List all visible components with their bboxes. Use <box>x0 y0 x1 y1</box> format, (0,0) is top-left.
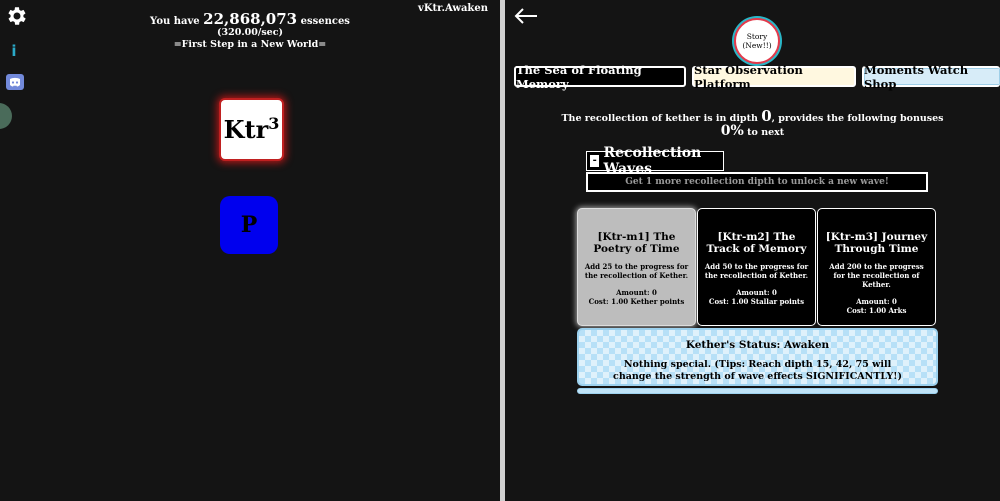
wave-card-desc: Add 50 to the progress for the recollect… <box>704 262 809 280</box>
right-panel: Story (New!!) The Sea of Floating Memory… <box>505 0 1000 501</box>
essence-counter: You have 22,868,073 essences <box>0 10 500 28</box>
back-arrow-icon[interactable] <box>513 6 539 26</box>
unlock-hint-bar: Get 1 more recollection dipth to unlock … <box>586 172 928 192</box>
left-panel: i vKtr.Awaken You have 22,868,073 essenc… <box>0 0 500 501</box>
tab-sea-of-floating-memory[interactable]: The Sea of Floating Memory <box>514 63 686 91</box>
world-title: =First Step in a New World= <box>173 39 327 50</box>
wave-card-title: [Ktr-m2] The Track of Memory <box>706 231 807 255</box>
story-label: Story <box>746 32 768 41</box>
story-button[interactable]: Story (New!!) <box>734 18 780 64</box>
wave-card-amount: Amount: 0 <box>856 297 897 306</box>
tab-star-observation-platform[interactable]: Star Observation Platform <box>692 63 856 91</box>
wave-card-cost: Cost: 1.00 Stallar points <box>708 297 805 306</box>
wave-card-ktr-m1[interactable]: [Ktr-m1] The Poetry of Time Add 25 to th… <box>577 208 696 326</box>
wave-card-ktr-m2[interactable]: [Ktr-m2] The Track of Memory Add 50 to t… <box>697 208 816 326</box>
progress-percent: 0% <box>720 123 744 139</box>
wave-card-cost: Cost: 1.00 Kether points <box>588 297 685 306</box>
wave-card-desc: Add 25 to the progress for the recollect… <box>584 262 689 280</box>
status-progress-bar <box>577 388 938 394</box>
wave-card-ktr-m3[interactable]: [Ktr-m3] Journey Through Time Add 200 to… <box>817 208 936 326</box>
status-tip: Nothing special. (Tips: Reach dipth 15, … <box>613 359 902 382</box>
side-toggle-icon[interactable] <box>0 103 12 129</box>
recollection-waves-header[interactable]: - Recollection Waves <box>586 145 724 177</box>
wave-card-title: [Ktr-m3] Journey Through Time <box>825 231 928 255</box>
story-new-label: (New!!) <box>742 41 772 50</box>
essence-rate: (320.00/sec) <box>217 27 283 38</box>
wave-card-desc: Add 200 to the progress for the recollec… <box>829 262 924 289</box>
wave-card-cost: Cost: 1.00 Arks <box>846 306 907 315</box>
ktr-exponent: 3 <box>268 114 280 133</box>
status-title: Kether's Status: Awaken <box>685 339 830 351</box>
prestige-label: P <box>240 212 258 238</box>
recollection-progress: 0% to next <box>505 123 1000 139</box>
essence-amount: 22,868,073 <box>203 10 298 28</box>
wave-card-amount: Amount: 0 <box>616 288 657 297</box>
ktr-label: Ktr <box>223 115 269 144</box>
discord-icon[interactable] <box>5 72 25 92</box>
essence-prefix: You have <box>150 16 200 27</box>
essence-suffix: essences <box>300 16 350 27</box>
prestige-button[interactable]: P <box>220 196 278 254</box>
ktr-button[interactable]: Ktr 3 <box>219 98 284 161</box>
wave-card-title: [Ktr-m1] The Poetry of Time <box>593 231 680 255</box>
kether-status-panel: Kether's Status: Awaken Nothing special.… <box>577 328 938 386</box>
progress-next-label: to next <box>747 127 785 138</box>
tab-moments-watch-shop[interactable]: Moments Watch Shop <box>862 63 1000 91</box>
collapse-button[interactable]: - <box>590 155 600 167</box>
wave-card-amount: Amount: 0 <box>736 288 777 297</box>
